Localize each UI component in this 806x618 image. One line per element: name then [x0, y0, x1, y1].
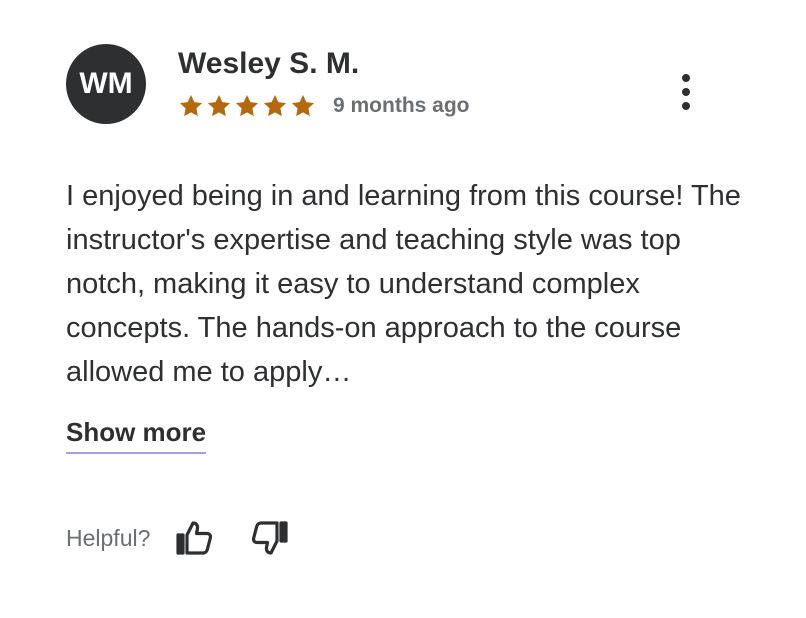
star-icon — [235, 94, 259, 117]
review-time: 9 months ago — [333, 94, 470, 117]
helpful-label: Helpful? — [66, 524, 151, 551]
avatar: WM — [66, 44, 146, 124]
show-more-button[interactable]: Show more — [66, 414, 207, 454]
more-options-button[interactable] — [666, 70, 706, 114]
more-vertical-icon-dot — [682, 102, 690, 110]
helpful-row: Helpful? — [66, 516, 292, 560]
star-icon — [291, 94, 315, 117]
thumbs-up-button[interactable] — [172, 516, 216, 560]
thumbs-down-icon — [252, 521, 288, 555]
thumbs-down-button[interactable] — [248, 516, 292, 560]
more-vertical-icon — [682, 74, 690, 82]
review-text: I enjoyed being in and learning from thi… — [66, 180, 741, 388]
star-rating — [178, 93, 316, 119]
rating-row: 9 months ago — [178, 90, 470, 122]
more-vertical-icon-dot — [682, 88, 690, 96]
star-icon — [263, 94, 287, 117]
star-icon — [179, 94, 203, 117]
reviewer-name: Wesley S. M. — [178, 47, 360, 80]
star-icon — [207, 94, 231, 117]
thumbs-up-icon — [176, 521, 213, 555]
